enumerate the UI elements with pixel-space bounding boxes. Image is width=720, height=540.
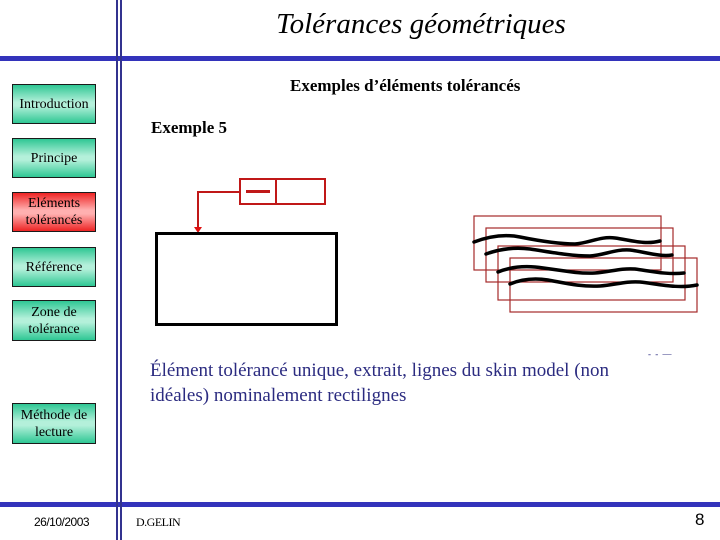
footer-author: D.GELIN	[136, 515, 181, 529]
feature-control-frame	[239, 178, 326, 205]
leader-line	[194, 191, 240, 233]
skin-model-group	[472, 215, 699, 313]
leader-path	[197, 191, 240, 228]
skin-model-line	[472, 233, 662, 246]
skin-model-line	[484, 246, 674, 258]
stray-text-fragment: - - —	[648, 349, 673, 359]
example-caption: Élément tolérancé unique, extrait, ligne…	[150, 360, 610, 406]
footer-date: 26/10/2003	[34, 515, 90, 529]
tolerance-diagram	[155, 178, 699, 326]
part-outline	[155, 232, 338, 326]
page-number: 8	[695, 510, 705, 529]
skin-model-line	[508, 277, 699, 289]
